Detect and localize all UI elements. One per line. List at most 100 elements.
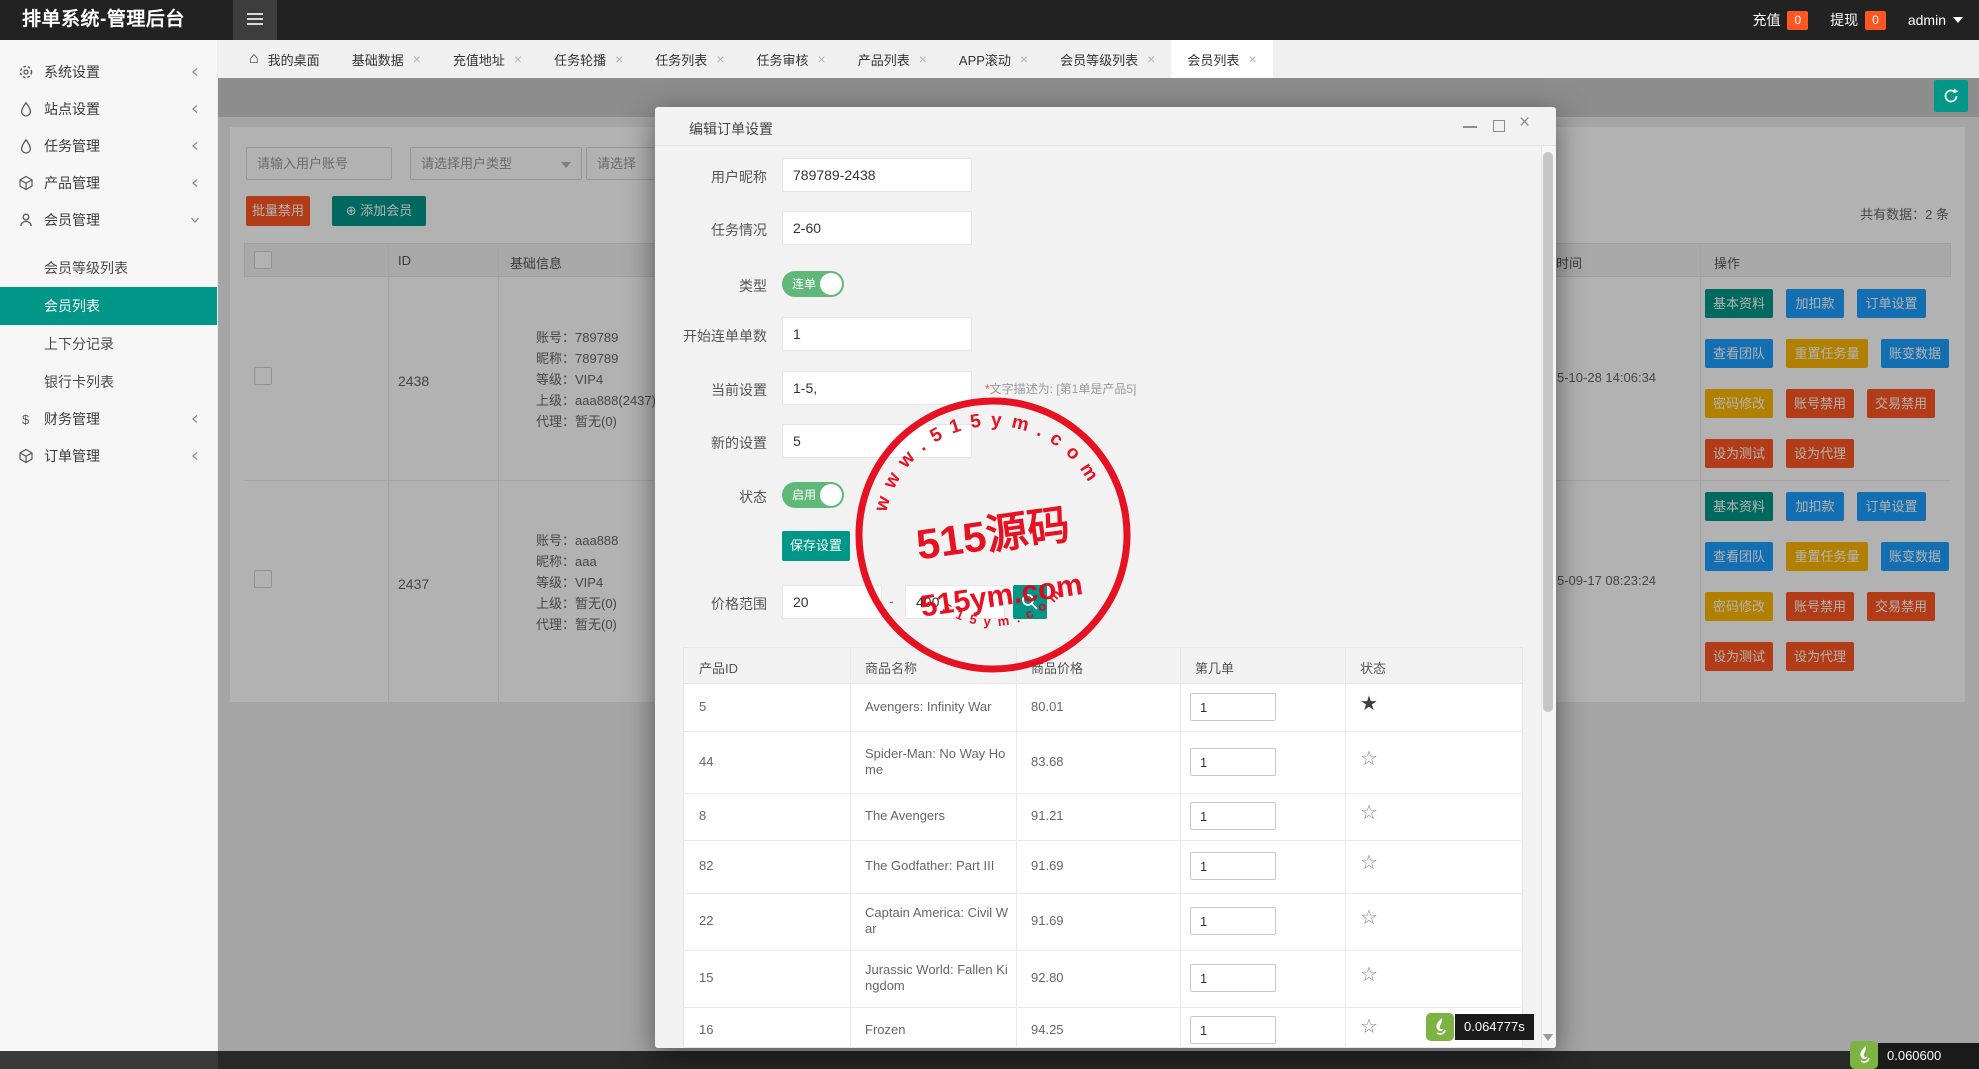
refresh-button[interactable] [1934, 80, 1968, 112]
close-icon[interactable]: × [716, 51, 724, 67]
close-icon[interactable]: × [1519, 112, 1530, 134]
minimize-icon[interactable] [1463, 126, 1477, 128]
close-icon[interactable]: × [1147, 51, 1155, 67]
star-empty-icon[interactable]: ☆ [1360, 853, 1378, 873]
gear-icon [19, 65, 33, 79]
modal-exec-time-badge: 0.064777s [1455, 1014, 1534, 1040]
status-toggle[interactable]: 启用 [782, 482, 844, 508]
sidebar-item-order-management[interactable]: 订单管理 [0, 438, 217, 475]
star-empty-icon[interactable]: ☆ [1360, 803, 1378, 823]
nickname-field[interactable] [782, 158, 972, 192]
product-id: 8 [699, 808, 707, 823]
chevron-left-icon [192, 68, 198, 76]
order-number-input[interactable] [1190, 693, 1276, 721]
chevron-left-icon [192, 415, 198, 423]
drop-icon [20, 138, 32, 154]
current-setting-field[interactable] [782, 371, 972, 405]
price-min-field[interactable] [782, 585, 882, 619]
admin-user-menu[interactable]: admin [1908, 12, 1963, 28]
tab-task-review[interactable]: 任务审核 × [741, 40, 842, 78]
type-toggle[interactable]: 连单 [782, 271, 844, 297]
tab-member-level-list[interactable]: 会员等级列表 × [1044, 40, 1171, 78]
product-price: 80.01 [1031, 699, 1064, 714]
tab-product-list[interactable]: 产品列表 × [842, 40, 943, 78]
sidebar-item-finance-management[interactable]: $ 财务管理 [0, 401, 217, 438]
sidebar-item-label: 系统设置 [44, 64, 100, 80]
toggle-knob [820, 273, 842, 295]
sidebar-item-task-management[interactable]: 任务管理 [0, 128, 217, 165]
star-empty-icon[interactable]: ☆ [1360, 749, 1378, 769]
tab-app-scroll[interactable]: APP滚动 × [943, 40, 1044, 78]
sidebar-item-product-management[interactable]: 产品管理 [0, 165, 217, 202]
price-max-field[interactable] [905, 585, 1005, 619]
tab-recharge-address[interactable]: 充值地址 × [437, 40, 538, 78]
star-empty-icon[interactable]: ☆ [1360, 908, 1378, 928]
chevron-left-icon [192, 142, 198, 150]
close-icon[interactable]: × [1020, 51, 1028, 67]
order-number-input[interactable] [1190, 907, 1276, 935]
price-range-label: 价格范围 [711, 596, 767, 612]
scrollbar-down-arrow-icon[interactable] [1543, 1034, 1553, 1041]
star-empty-icon[interactable]: ☆ [1360, 965, 1378, 985]
sidebar-item-member-management[interactable]: 会员管理 [0, 202, 217, 239]
recharge-menu[interactable]: 充值 0 [1752, 10, 1809, 30]
withdraw-menu[interactable]: 提现 0 [1830, 10, 1886, 30]
sidebar-item-bank-card-list[interactable]: 银行卡列表 [0, 363, 217, 401]
sidebar-item-label: 产品管理 [44, 175, 100, 191]
col-product-name: 商品名称 [865, 661, 918, 676]
order-number-input[interactable] [1190, 1016, 1276, 1044]
sidebar-item-site-settings[interactable]: 站点设置 [0, 91, 217, 128]
product-table: 产品ID 商品名称 商品价格 第几单 状态 5 Avengers: Infini… [683, 647, 1523, 1048]
app-window: 排单系统-管理后台 充值 0 提现 0 admin 系统设置 站点设置 任务管理… [0, 0, 1979, 1069]
search-icon [1022, 594, 1038, 610]
close-icon[interactable]: × [615, 51, 623, 67]
close-icon[interactable]: × [413, 51, 421, 67]
new-setting-field[interactable] [782, 424, 972, 458]
price-search-button[interactable] [1013, 585, 1047, 619]
sidebar-item-label: 订单管理 [44, 448, 100, 464]
task-status-field[interactable] [782, 211, 972, 245]
refresh-icon [1944, 88, 1959, 103]
start-count-label: 开始连单单数 [683, 328, 767, 344]
order-number-input[interactable] [1190, 748, 1276, 776]
product-id: 44 [699, 754, 714, 769]
withdraw-count-badge: 0 [1865, 10, 1886, 30]
start-count-field[interactable] [782, 317, 972, 351]
tab-basic-data[interactable]: 基础数据 × [336, 40, 437, 78]
tab-bar: ⌂ 我的桌面 基础数据 × 充值地址 × 任务轮播 × 任务列表 × 任务审核 × 产品列… [218, 40, 1979, 78]
sidebar-item-system-settings[interactable]: 系统设置 [0, 54, 217, 91]
tab-task-carousel[interactable]: 任务轮播 × [538, 40, 639, 78]
star-filled-icon[interactable]: ★ [1360, 694, 1378, 714]
new-setting-label: 新的设置 [711, 435, 767, 451]
sidebar: 系统设置 站点设置 任务管理 产品管理 会员管理 会员等级列表 会员列表 上下分… [0, 40, 218, 1051]
product-id: 82 [699, 858, 714, 873]
price-range-dash: - [889, 593, 894, 609]
star-empty-icon[interactable]: ☆ [1360, 1017, 1378, 1037]
task-status-label: 任务情况 [711, 222, 767, 238]
order-number-input[interactable] [1190, 964, 1276, 992]
sidebar-item-score-records[interactable]: 上下分记录 [0, 325, 217, 363]
product-name: The Avengers [865, 808, 945, 823]
close-icon[interactable]: × [1248, 51, 1256, 67]
order-number-input[interactable] [1190, 852, 1276, 880]
close-icon[interactable]: × [818, 51, 826, 67]
sidebar-collapse-button[interactable] [233, 0, 277, 40]
sidebar-item-member-list[interactable]: 会员列表 [0, 287, 217, 325]
product-id: 22 [699, 913, 714, 928]
dialog-scrollbar-thumb[interactable] [1543, 152, 1553, 712]
type-label: 类型 [739, 278, 767, 294]
current-setting-label: 当前设置 [711, 382, 767, 398]
hamburger-icon [247, 13, 263, 25]
drop-icon [20, 101, 32, 117]
close-icon[interactable]: × [919, 51, 927, 67]
tab-task-list[interactable]: 任务列表 × [639, 40, 740, 78]
sidebar-item-member-level-list[interactable]: 会员等级列表 [0, 249, 217, 287]
maximize-icon[interactable] [1493, 120, 1505, 132]
product-name: The Godfather: Part III [865, 858, 995, 873]
save-settings-button[interactable]: 保存设置 [782, 531, 850, 561]
tab-my-desktop[interactable]: ⌂ 我的桌面 [233, 40, 336, 78]
tab-member-list[interactable]: 会员列表 × [1171, 40, 1273, 78]
user-icon [20, 213, 32, 227]
close-icon[interactable]: × [514, 51, 522, 67]
order-number-input[interactable] [1190, 802, 1276, 830]
